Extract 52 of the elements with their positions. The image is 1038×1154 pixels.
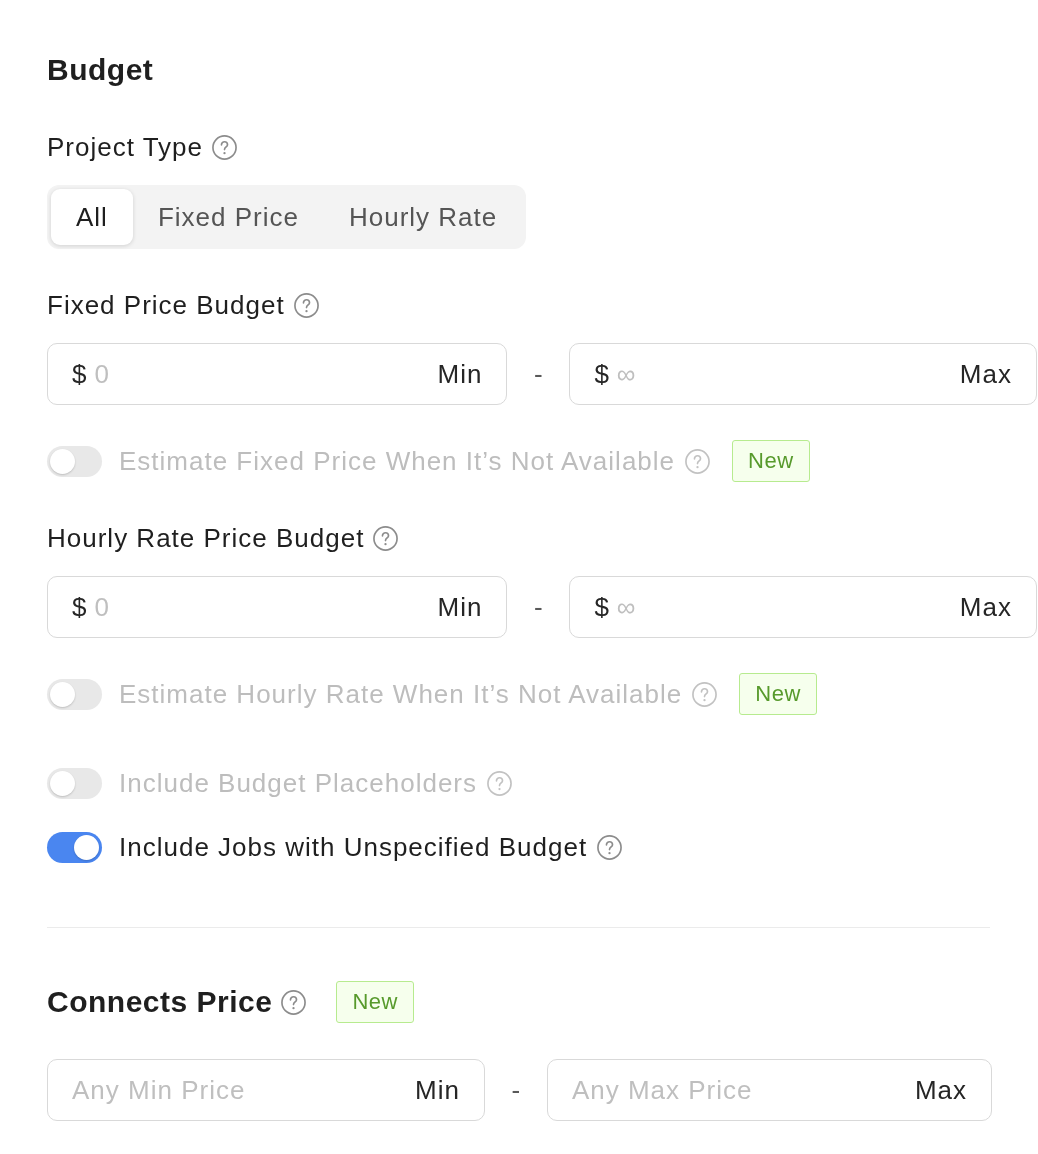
price-input[interactable]: ∞ bbox=[616, 358, 952, 390]
help-icon[interactable] bbox=[293, 292, 319, 318]
segment-tab[interactable]: All bbox=[51, 189, 133, 245]
range-separator: - bbox=[510, 1074, 522, 1106]
currency-symbol: $ bbox=[72, 358, 87, 390]
section-title: Budget bbox=[47, 52, 154, 88]
segment-tab[interactable]: Fixed Price bbox=[132, 189, 324, 245]
field-unit-label: Max bbox=[959, 358, 1012, 390]
help-icon[interactable] bbox=[212, 134, 238, 160]
price-input[interactable]: ∞ bbox=[616, 591, 952, 623]
toggle-switch[interactable] bbox=[47, 767, 102, 799]
help-icon[interactable] bbox=[487, 770, 512, 796]
field-unit-label: Min bbox=[437, 591, 483, 623]
toggle-switch[interactable] bbox=[47, 831, 102, 863]
min-price-field[interactable]: Any Min Price Min bbox=[47, 1059, 485, 1121]
toggle-label: Include Jobs with Unspecified Budget bbox=[119, 831, 588, 863]
label-badge: New bbox=[336, 981, 414, 1023]
field-label: Project Type bbox=[47, 131, 204, 163]
segment-tab[interactable]: Hourly Rate bbox=[323, 189, 523, 245]
help-icon[interactable] bbox=[281, 989, 307, 1015]
price-input[interactable]: Any Max Price bbox=[571, 1074, 907, 1106]
field-unit-label: Min bbox=[415, 1074, 460, 1106]
toggle-label: Estimate Fixed Price When It’s Not Available bbox=[119, 445, 676, 477]
range-separator: - bbox=[533, 358, 544, 390]
max-price-field[interactable]: Any Max Price Max bbox=[546, 1059, 993, 1121]
label-badge: New bbox=[732, 440, 810, 482]
label-badge: New bbox=[739, 673, 817, 715]
help-icon[interactable] bbox=[597, 834, 623, 860]
toggle-label: Estimate Hourly Rate When It’s Not Available bbox=[119, 678, 683, 710]
toggle-switch[interactable] bbox=[47, 445, 102, 477]
field-unit-label: Max bbox=[914, 1074, 968, 1106]
toggle-switch[interactable] bbox=[47, 678, 102, 710]
min-price-field[interactable]: $ 0 Min bbox=[47, 343, 508, 405]
help-icon[interactable] bbox=[685, 448, 711, 474]
field-label: Hourly Rate Price Budget bbox=[47, 522, 365, 554]
field-unit-label: Max bbox=[959, 591, 1012, 623]
price-input[interactable]: Any Min Price bbox=[72, 1074, 407, 1106]
range-separator: - bbox=[533, 591, 544, 623]
field-label: Fixed Price Budget bbox=[47, 289, 285, 321]
currency-symbol: $ bbox=[594, 358, 609, 390]
min-price-field[interactable]: $ 0 Min bbox=[47, 576, 508, 638]
price-input[interactable]: 0 bbox=[94, 591, 430, 623]
field-unit-label: Min bbox=[437, 358, 483, 390]
currency-symbol: $ bbox=[72, 591, 87, 623]
price-input[interactable]: 0 bbox=[94, 358, 430, 390]
help-icon[interactable] bbox=[373, 525, 399, 551]
max-price-field[interactable]: $ ∞ Max bbox=[569, 576, 1037, 638]
max-price-field[interactable]: $ ∞ Max bbox=[569, 343, 1037, 405]
toggle-label: Include Budget Placeholders bbox=[119, 767, 477, 799]
currency-symbol: $ bbox=[594, 591, 609, 623]
section-title: Connects Price bbox=[47, 984, 273, 1020]
help-icon[interactable] bbox=[692, 681, 718, 707]
